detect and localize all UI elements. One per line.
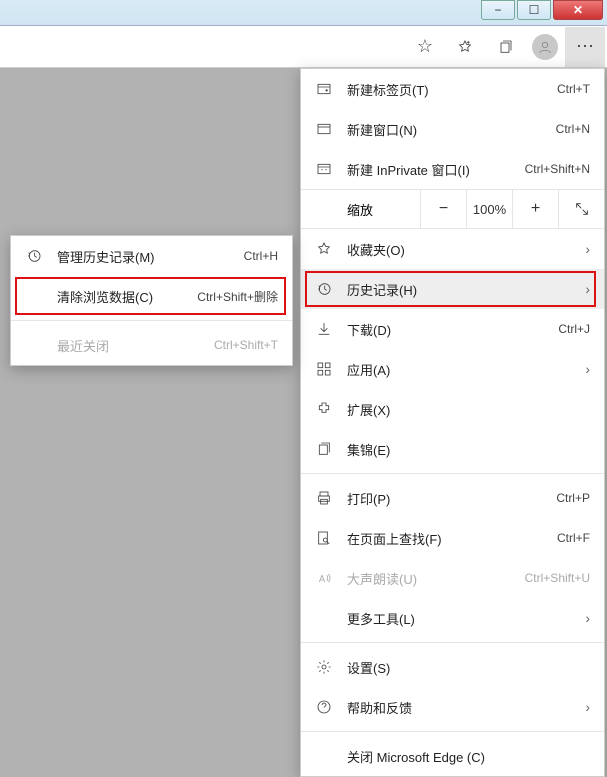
menu-label: 更多工具(L): [347, 609, 579, 628]
submenu-label: 清除浏览数据(C): [57, 287, 197, 306]
menu-more-tools[interactable]: 更多工具(L) ›: [301, 598, 604, 638]
menu-shortcut: Ctrl+T: [557, 82, 590, 96]
menu-downloads[interactable]: 下载(D) Ctrl+J: [301, 309, 604, 349]
menu-new-window[interactable]: 新建窗口(N) Ctrl+N: [301, 109, 604, 149]
window-titlebar: − ☐ ✕: [0, 0, 607, 26]
menu-label: 新建标签页(T): [347, 80, 557, 99]
close-icon: ✕: [573, 3, 583, 17]
menu-apps[interactable]: 应用(A) ›: [301, 349, 604, 389]
star-icon: [313, 241, 335, 257]
menu-new-inprivate[interactable]: 新建 InPrivate 窗口(I) Ctrl+Shift+N: [301, 149, 604, 189]
close-button[interactable]: ✕: [553, 0, 603, 20]
window-controls: − ☐ ✕: [481, 0, 603, 20]
zoom-in-button[interactable]: +: [512, 190, 558, 228]
settings-menu: 新建标签页(T) Ctrl+T 新建窗口(N) Ctrl+N 新建 InPriv…: [300, 68, 605, 777]
submenu-manage-history[interactable]: 管理历史记录(M) Ctrl+H: [11, 236, 292, 276]
menu-label: 应用(A): [347, 360, 579, 379]
menu-close-edge[interactable]: 关闭 Microsoft Edge (C): [301, 736, 604, 776]
submenu-shortcut: Ctrl+Shift+删除: [197, 288, 278, 305]
chevron-right-icon: ›: [585, 361, 590, 377]
more-menu-button[interactable]: ⋯: [565, 27, 605, 67]
collections-icon: [313, 441, 335, 457]
minimize-button[interactable]: −: [481, 0, 515, 20]
history-icon: [313, 281, 335, 297]
zoom-out-button[interactable]: −: [420, 190, 466, 228]
chevron-right-icon: ›: [585, 241, 590, 257]
menu-label: 新建窗口(N): [347, 120, 556, 139]
menu-separator: [301, 642, 604, 643]
menu-shortcut: Ctrl+P: [556, 491, 590, 505]
help-icon: [313, 699, 335, 715]
menu-separator: [11, 320, 292, 321]
inprivate-icon: [313, 161, 335, 177]
menu-settings[interactable]: 设置(S): [301, 647, 604, 687]
history-submenu: 管理历史记录(M) Ctrl+H 清除浏览数据(C) Ctrl+Shift+删除…: [10, 235, 293, 366]
find-icon: [313, 530, 335, 546]
profile-avatar[interactable]: [525, 27, 565, 67]
menu-label: 关闭 Microsoft Edge (C): [347, 747, 590, 766]
submenu-recent-closed: 最近关闭 Ctrl+Shift+T: [11, 325, 292, 365]
favorite-star-icon[interactable]: ☆: [405, 27, 445, 67]
download-icon: [313, 321, 335, 337]
apps-icon: [313, 361, 335, 377]
menu-label: 打印(P): [347, 489, 556, 508]
menu-label: 在页面上查找(F): [347, 529, 557, 548]
submenu-shortcut: Ctrl+Shift+T: [214, 338, 278, 352]
maximize-button[interactable]: ☐: [517, 0, 551, 20]
browser-toolbar: ☆ ⋯: [0, 26, 607, 68]
submenu-clear-data[interactable]: 清除浏览数据(C) Ctrl+Shift+删除: [11, 276, 292, 316]
menu-label: 历史记录(H): [347, 280, 579, 299]
maximize-icon: ☐: [529, 3, 540, 17]
favorites-add-icon[interactable]: [445, 27, 485, 67]
menu-find[interactable]: 在页面上查找(F) Ctrl+F: [301, 518, 604, 558]
read-aloud-icon: [313, 570, 335, 586]
menu-shortcut: Ctrl+Shift+N: [525, 162, 590, 176]
menu-history[interactable]: 历史记录(H) ›: [301, 269, 604, 309]
menu-collections[interactable]: 集锦(E): [301, 429, 604, 469]
print-icon: [313, 490, 335, 506]
zoom-value: 100%: [466, 190, 512, 228]
chevron-right-icon: ›: [585, 610, 590, 626]
menu-shortcut: Ctrl+Shift+U: [525, 571, 590, 585]
menu-help[interactable]: 帮助和反馈 ›: [301, 687, 604, 727]
menu-separator: [301, 731, 604, 732]
menu-label: 帮助和反馈: [347, 698, 579, 717]
menu-new-tab[interactable]: 新建标签页(T) Ctrl+T: [301, 69, 604, 109]
new-window-icon: [313, 121, 335, 137]
minimize-icon: −: [494, 3, 501, 17]
menu-zoom-row: 缩放 − 100% +: [301, 189, 604, 229]
menu-label: 扩展(X): [347, 400, 590, 419]
menu-label: 收藏夹(O): [347, 240, 579, 259]
zoom-label: 缩放: [301, 200, 420, 219]
chevron-right-icon: ›: [585, 281, 590, 297]
submenu-label: 最近关闭: [57, 336, 214, 355]
menu-label: 新建 InPrivate 窗口(I): [347, 160, 525, 179]
menu-print[interactable]: 打印(P) Ctrl+P: [301, 478, 604, 518]
gear-icon: [313, 659, 335, 675]
menu-separator: [301, 473, 604, 474]
extensions-icon: [313, 401, 335, 417]
submenu-shortcut: Ctrl+H: [244, 249, 278, 263]
history-icon: [23, 248, 45, 264]
chevron-right-icon: ›: [585, 699, 590, 715]
menu-shortcut: Ctrl+J: [558, 322, 590, 336]
submenu-label: 管理历史记录(M): [57, 247, 244, 266]
fullscreen-button[interactable]: [558, 190, 604, 228]
menu-label: 集锦(E): [347, 440, 590, 459]
menu-read-aloud: 大声朗读(U) Ctrl+Shift+U: [301, 558, 604, 598]
collections-icon[interactable]: [485, 27, 525, 67]
menu-shortcut: Ctrl+F: [557, 531, 590, 545]
menu-label: 下载(D): [347, 320, 558, 339]
new-tab-icon: [313, 81, 335, 97]
menu-label: 设置(S): [347, 658, 590, 677]
menu-extensions[interactable]: 扩展(X): [301, 389, 604, 429]
menu-favorites[interactable]: 收藏夹(O) ›: [301, 229, 604, 269]
menu-label: 大声朗读(U): [347, 569, 525, 588]
menu-shortcut: Ctrl+N: [556, 122, 590, 136]
